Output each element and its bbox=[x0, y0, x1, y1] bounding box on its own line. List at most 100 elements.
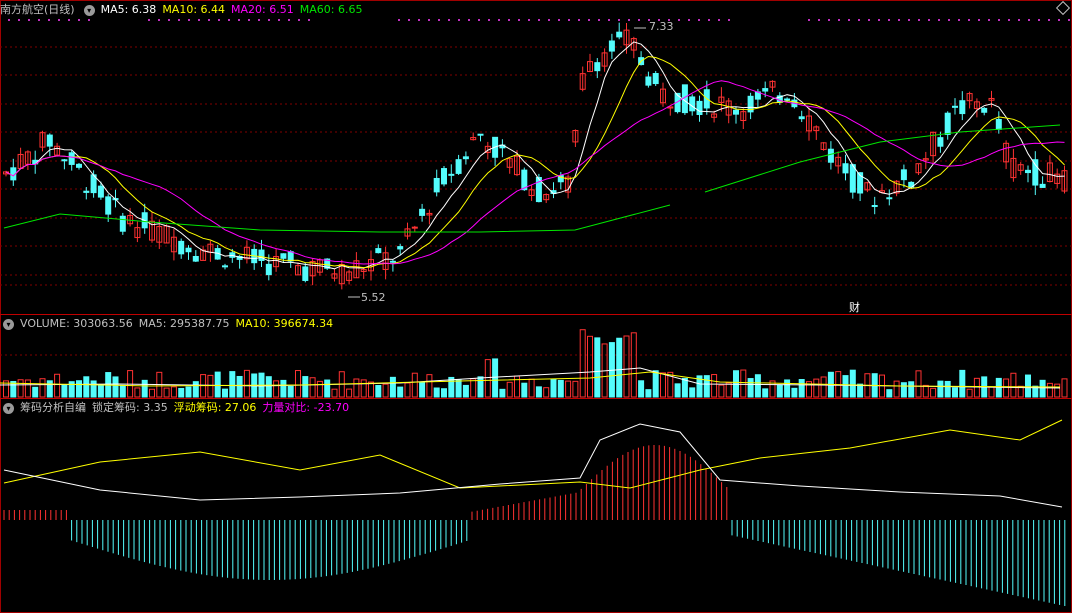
low-price-label: 5.52 bbox=[361, 291, 386, 304]
volume-bar bbox=[185, 386, 192, 398]
chart-border bbox=[0, 0, 1072, 613]
chevron-down-icon[interactable]: ▾ bbox=[83, 4, 95, 16]
grid-dot bbox=[38, 19, 40, 21]
candle-down bbox=[827, 148, 834, 163]
volume-bar bbox=[718, 384, 725, 398]
candle-down bbox=[455, 159, 462, 174]
candle-down bbox=[97, 185, 104, 198]
ma5-legend: MA5: 6.38 bbox=[100, 3, 157, 16]
candle-down bbox=[302, 266, 309, 281]
volume-bar bbox=[331, 388, 338, 398]
volume-bar bbox=[368, 381, 374, 398]
finance-badge[interactable]: 财 bbox=[849, 299, 860, 315]
volume-bar bbox=[638, 380, 645, 398]
volume-ma5: MA5: 295387.75 bbox=[138, 317, 230, 330]
volume-bar bbox=[492, 358, 499, 398]
volume-bar bbox=[944, 380, 951, 398]
volume-bar bbox=[937, 380, 944, 398]
candle-down bbox=[222, 265, 228, 268]
volume-bar bbox=[660, 372, 666, 398]
grid-dot bbox=[888, 19, 890, 21]
volume-bar bbox=[170, 386, 177, 398]
grid-dot bbox=[1038, 19, 1040, 21]
chip-title: 筹码分析自编 bbox=[20, 401, 86, 414]
volume-bar bbox=[1061, 378, 1068, 398]
grid-dot bbox=[308, 19, 310, 21]
volume-bar bbox=[76, 380, 82, 398]
volume-bar bbox=[565, 380, 572, 398]
grid-dot bbox=[478, 19, 480, 21]
grid-dot bbox=[988, 19, 990, 21]
stock-name: 南方航空(日线) bbox=[0, 3, 75, 16]
grid-dot bbox=[88, 19, 90, 21]
chevron-down-icon[interactable]: ▾ bbox=[3, 318, 14, 330]
volume-bar bbox=[754, 374, 761, 398]
grid-dot bbox=[8, 19, 10, 21]
volume-bar bbox=[353, 378, 360, 398]
volume-ma10: MA10: 396674.34 bbox=[235, 317, 334, 330]
volume-bar bbox=[842, 375, 849, 398]
grid-dot bbox=[78, 19, 80, 21]
volume-bar bbox=[265, 376, 272, 398]
floating-chip-line bbox=[3, 419, 1063, 489]
volume-bar bbox=[462, 384, 469, 398]
candle-down bbox=[959, 100, 966, 115]
volume-bar bbox=[119, 384, 126, 398]
volume-bar bbox=[908, 381, 915, 398]
grid-dot bbox=[838, 19, 840, 21]
candle-down bbox=[886, 197, 893, 200]
volume-bar bbox=[229, 371, 236, 398]
ma10-legend: MA10: 6.44 bbox=[162, 3, 226, 16]
volume-bar bbox=[83, 376, 90, 398]
volume-bar bbox=[404, 382, 411, 398]
candle-down bbox=[689, 96, 696, 112]
volume-bar bbox=[419, 381, 426, 398]
volume-bar bbox=[747, 378, 754, 398]
candle-down bbox=[995, 118, 1002, 130]
grid-dot bbox=[818, 19, 820, 21]
volume-bar bbox=[1046, 382, 1053, 398]
candle-down bbox=[608, 40, 615, 52]
volume-bar bbox=[849, 369, 856, 398]
candle-down bbox=[389, 260, 396, 263]
grid-dot bbox=[168, 19, 170, 21]
chip-legend: ▾ 筹码分析自编 锁定筹码: 3.35 浮动筹码: 27.06 力量对比: -23.70 bbox=[0, 400, 355, 416]
candle-down bbox=[981, 107, 988, 113]
grid-dot bbox=[218, 19, 220, 21]
grid-dot bbox=[958, 19, 960, 21]
volume-bar bbox=[163, 387, 170, 398]
candle-down bbox=[937, 137, 944, 147]
grid-dot bbox=[58, 19, 60, 21]
grid-dot bbox=[548, 19, 550, 21]
grid-dot bbox=[618, 19, 620, 21]
chart-canvas[interactable] bbox=[0, 0, 1072, 613]
volume-bar bbox=[1010, 372, 1017, 398]
grid-dot bbox=[458, 19, 460, 21]
power-ratio: 力量对比: -23.70 bbox=[262, 401, 350, 414]
candle-down bbox=[419, 208, 426, 216]
candle-down bbox=[178, 240, 185, 255]
volume-bar bbox=[273, 380, 280, 398]
candle-down bbox=[46, 134, 53, 147]
volume-bar bbox=[360, 379, 367, 398]
grid-dot bbox=[828, 19, 830, 21]
grid-dot bbox=[538, 19, 540, 21]
grid-dot bbox=[998, 19, 1000, 21]
volume-bar bbox=[1003, 378, 1010, 398]
grid-dot bbox=[498, 19, 500, 21]
volume-bar bbox=[32, 386, 39, 398]
volume-bar bbox=[550, 378, 557, 398]
volume-bar bbox=[1025, 374, 1031, 398]
volume-bar bbox=[222, 388, 228, 398]
grid-dot bbox=[938, 19, 940, 21]
stock-chart[interactable]: 南方航空(日线) ▾ MA5: 6.38 MA10: 6.44 MA20: 6.51 MA… bbox=[0, 0, 1072, 613]
grid-dot bbox=[1028, 19, 1030, 21]
chevron-down-icon[interactable]: ▾ bbox=[3, 402, 14, 414]
volume-bar bbox=[725, 382, 732, 398]
volume-bar bbox=[90, 380, 97, 398]
volume-bar bbox=[703, 375, 710, 398]
candle-down bbox=[61, 159, 68, 162]
grid-dot bbox=[568, 19, 570, 21]
grid-dot bbox=[848, 19, 850, 21]
grid-dot bbox=[728, 19, 730, 21]
